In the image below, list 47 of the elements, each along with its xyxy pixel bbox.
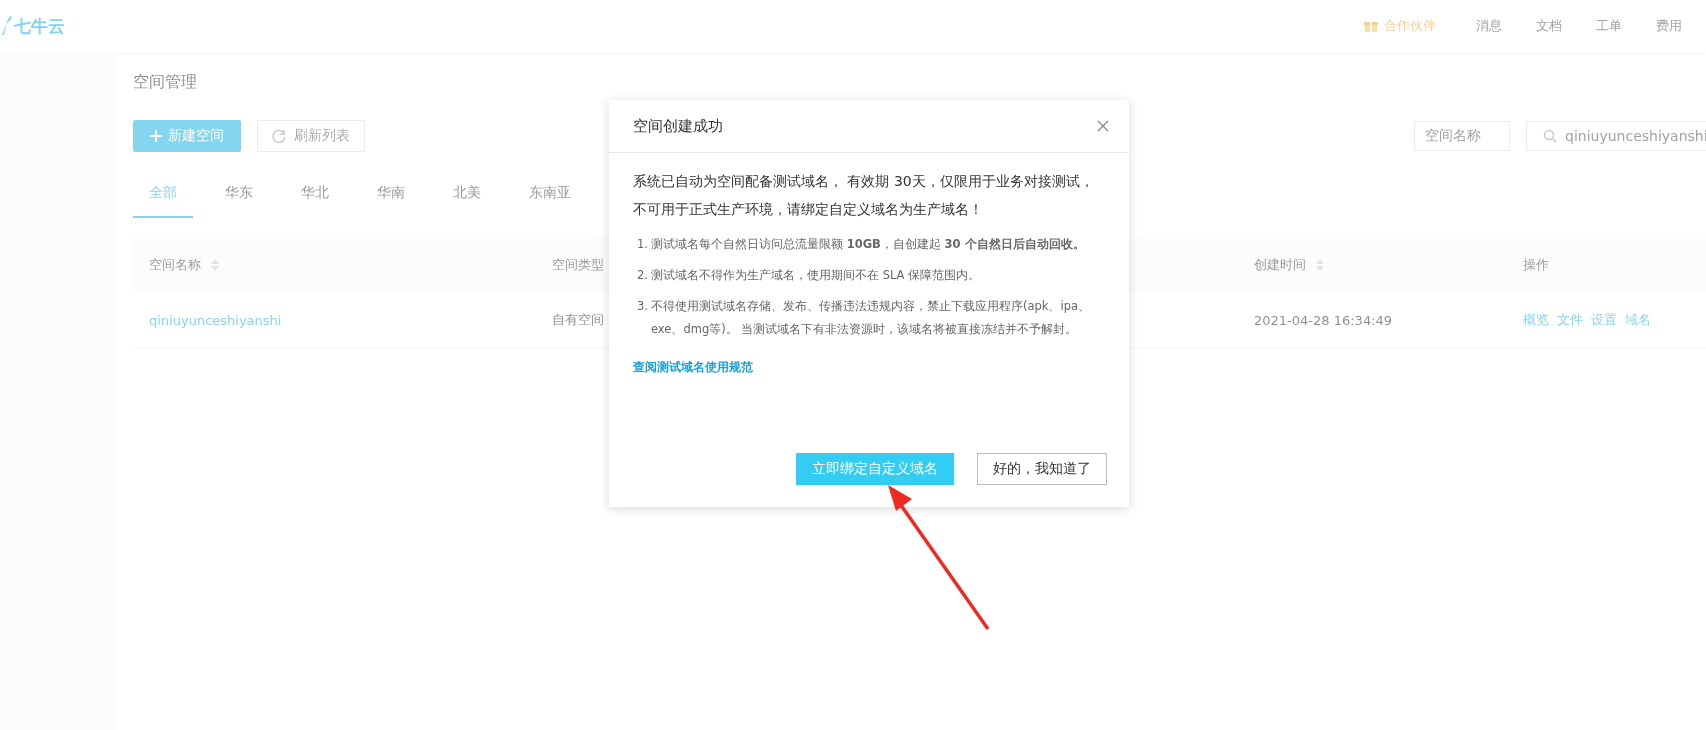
action-link[interactable]: 文件: [1557, 311, 1583, 329]
note-text: 不得使用测试域名存储、发布、传播违法违规内容，禁止下载应用程序(apk、ipa、exe、dmg等)。 当测试域名下有非法资源时，该域名将被直接冻结并不予解封。: [651, 298, 1092, 338]
action-link[interactable]: 概览: [1523, 311, 1549, 329]
gift-icon: [1364, 19, 1378, 33]
column-header: 创建时间: [1254, 256, 1306, 274]
logo-icon: [0, 15, 12, 37]
logo-text[interactable]: 七牛云: [14, 14, 65, 38]
nav-link[interactable]: 工单: [1596, 17, 1622, 35]
column-header: 空间类型: [552, 256, 604, 274]
search-icon: [1543, 129, 1557, 143]
region-tab[interactable]: 北美: [437, 172, 497, 218]
region-tab[interactable]: 华北: [285, 172, 345, 218]
new-space-button[interactable]: 新建空间: [133, 120, 241, 152]
sort-icon[interactable]: [211, 259, 219, 271]
note-text: 测试域名每个自然日访问总流量限额 10GB，自创建起 30 个自然日后自动回收。: [651, 236, 1085, 253]
note-text: 测试域名不得作为生产域名，使用期间不在 SLA 保障范围内。: [651, 267, 981, 284]
acknowledge-button[interactable]: 好的，我知道了: [977, 453, 1107, 485]
refresh-icon: [272, 129, 286, 143]
column-header: 操作: [1523, 256, 1549, 274]
close-icon[interactable]: [1097, 120, 1109, 132]
table-cell: 2021-04-28 16:34:49: [1254, 312, 1393, 328]
region-tab[interactable]: 全部: [133, 172, 193, 218]
partner-link[interactable]: 合作伙伴: [1364, 17, 1436, 35]
table-cell: 自有空间: [552, 312, 604, 327]
guidelines-link[interactable]: 查阅测试域名使用规范: [633, 359, 753, 376]
note-number: 1.: [637, 236, 648, 253]
filter-select[interactable]: 空间名称: [1414, 121, 1510, 151]
nav-link[interactable]: 消息: [1476, 17, 1502, 35]
nav-link[interactable]: 文档: [1536, 17, 1562, 35]
note-number: 3.: [637, 298, 648, 315]
sort-icon[interactable]: [1316, 259, 1324, 271]
column-header: 空间名称: [149, 256, 201, 274]
search-value: qiniuyunceshiyanshi: [1565, 128, 1706, 144]
dialog-message: 系统已自动为空间配备测试域名， 有效期 30天，仅限用于业务对接测试，不可用于正式生产环境，请绑定自定义域名为生产域名！: [633, 172, 1095, 219]
refresh-button[interactable]: 刷新列表: [257, 120, 365, 152]
region-tab[interactable]: 华东: [209, 172, 269, 218]
dialog-title: 空间创建成功: [633, 116, 723, 136]
action-link[interactable]: 域名: [1625, 311, 1651, 329]
bind-domain-button[interactable]: 立即绑定自定义域名: [796, 453, 954, 485]
action-link[interactable]: 设置: [1591, 311, 1617, 329]
region-tab[interactable]: 东南亚: [513, 172, 587, 218]
page-title: 空间管理: [133, 71, 198, 93]
note-number: 2.: [637, 267, 648, 284]
search-field[interactable]: qiniuyunceshiyanshi: [1526, 121, 1706, 151]
region-tab[interactable]: 华南: [361, 172, 421, 218]
space-name-link[interactable]: qiniuyunceshiyanshi: [149, 312, 282, 328]
nav-link[interactable]: 费用: [1656, 17, 1682, 35]
